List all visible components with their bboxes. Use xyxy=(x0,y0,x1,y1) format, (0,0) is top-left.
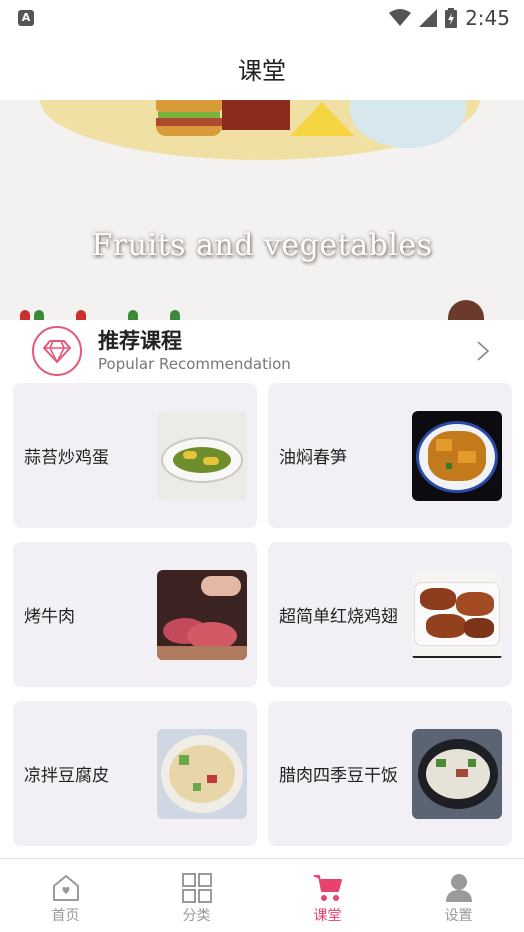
course-card[interactable]: 腊肉四季豆干饭 xyxy=(268,701,512,846)
home-icon xyxy=(52,874,79,901)
tofu-skin-salad-photo xyxy=(157,728,247,819)
cart-icon xyxy=(313,874,342,901)
recommendation-title: 推荐课程 xyxy=(98,329,182,353)
app-notification-icon: A xyxy=(18,10,34,26)
bacon-green-bean-rice-photo xyxy=(412,728,502,819)
banner-fruit-illustration xyxy=(20,306,190,320)
cellular-signal-icon xyxy=(419,9,438,27)
course-card[interactable]: 超简单红烧鸡翅 xyxy=(268,542,512,687)
banner-caption: Fruits and vegetables xyxy=(91,228,433,263)
tab-home[interactable]: 首页 xyxy=(0,859,131,932)
user-icon xyxy=(445,873,472,902)
course-name: 超简单红烧鸡翅 xyxy=(279,607,398,627)
diamond-icon xyxy=(32,326,82,376)
meat-illustration xyxy=(222,100,290,130)
title-bar: 课堂 xyxy=(0,36,524,100)
garlic-sprout-egg-photo xyxy=(157,410,247,501)
burger-illustration xyxy=(156,100,222,138)
course-card[interactable]: 蒜苔炒鸡蛋 xyxy=(13,383,257,528)
course-card[interactable]: 油焖春笋 xyxy=(268,383,512,528)
braised-chicken-wings-photo xyxy=(412,569,502,660)
recommendation-subtitle: Popular Recommendation xyxy=(98,355,291,373)
course-name: 腊肉四季豆干饭 xyxy=(279,766,398,786)
status-bar: A 2:45 xyxy=(0,0,524,36)
course-name: 蒜苔炒鸡蛋 xyxy=(24,448,109,468)
course-name: 凉拌豆腐皮 xyxy=(24,766,109,786)
status-time: 2:45 xyxy=(465,6,510,30)
bottom-tab-bar: 首页 分类 课堂 设置 xyxy=(0,858,524,932)
banner-carousel[interactable]: Fruits and vegetables xyxy=(0,100,524,320)
wifi-icon xyxy=(389,9,412,26)
course-card[interactable]: 烤牛肉 xyxy=(13,542,257,687)
course-card[interactable]: 凉拌豆腐皮 xyxy=(13,701,257,846)
grid-icon xyxy=(181,872,212,903)
tab-label: 首页 xyxy=(51,907,80,924)
tab-label: 分类 xyxy=(182,907,211,924)
tab-settings[interactable]: 设置 xyxy=(393,859,524,932)
braised-bamboo-shoots-photo xyxy=(412,410,502,501)
battery-charging-icon xyxy=(445,8,458,28)
course-name: 油焖春笋 xyxy=(279,448,347,468)
course-name: 烤牛肉 xyxy=(24,607,75,627)
chevron-right-icon[interactable] xyxy=(476,340,490,362)
tab-label: 课堂 xyxy=(313,907,342,924)
tab-category[interactable]: 分类 xyxy=(131,859,262,932)
tab-label: 设置 xyxy=(444,907,473,924)
recommendation-header[interactable]: 推荐课程 Popular Recommendation xyxy=(0,320,524,382)
tab-classroom[interactable]: 课堂 xyxy=(262,859,393,932)
cheese-illustration xyxy=(290,102,354,136)
roast-beef-photo xyxy=(157,569,247,660)
course-grid: 蒜苔炒鸡蛋 油焖春笋 烤牛肉 超简单红烧鸡翅 凉拌豆腐皮 腊肉四季豆干饭 xyxy=(13,383,513,846)
banner-berry-illustration xyxy=(448,300,484,320)
page-title: 课堂 xyxy=(238,56,286,85)
